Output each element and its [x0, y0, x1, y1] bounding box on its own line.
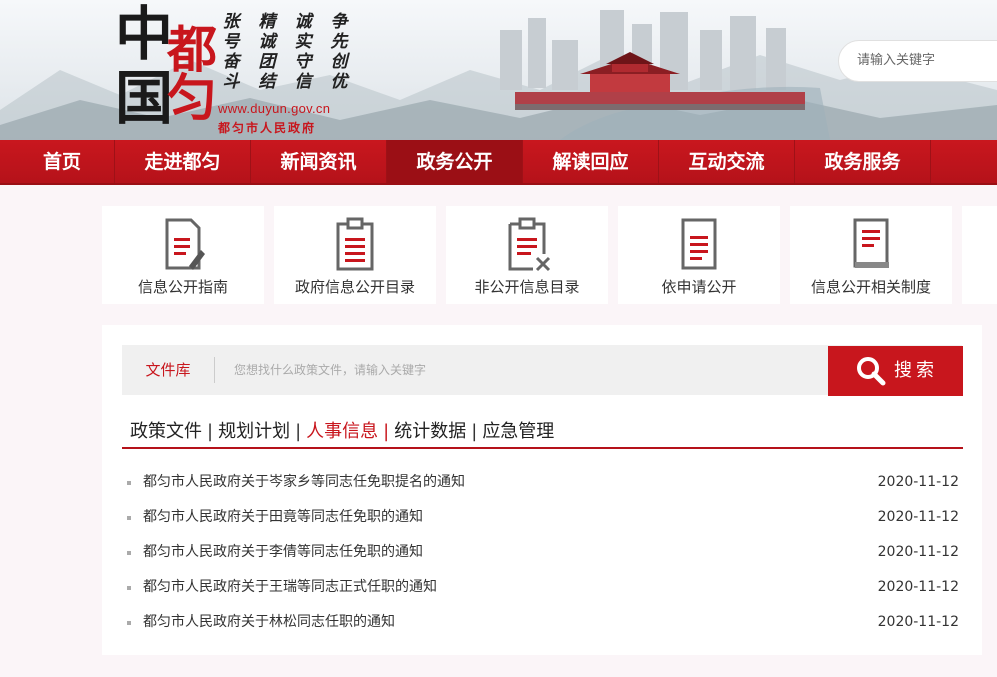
gov-name: 都匀市人民政府 — [218, 121, 317, 135]
card-apply-public[interactable]: 依申请公开 — [618, 206, 780, 304]
list-item: 都匀市人民政府关于王瑞等同志正式任职的通知 2020-11-12 — [127, 570, 959, 605]
info-cards: 信息公开指南 政府信息公开目录 非公开信息目录 依申请公开 信息公开相关制度 — [102, 206, 997, 304]
logo-char: 中 — [115, 0, 174, 68]
notice-title-link[interactable]: 都匀市人民政府关于田竟等同志任免职的通知 — [143, 500, 423, 535]
bullet-icon — [127, 621, 131, 625]
notice-title-link[interactable]: 都匀市人民政府关于林松同志任职的通知 — [143, 605, 395, 640]
logo-char: 匀 — [167, 68, 217, 127]
card-gov-info-catalog[interactable]: 政府信息公开目录 — [274, 206, 436, 304]
tab-planning[interactable]: 规划计划 | — [218, 417, 306, 443]
card-info-guide[interactable]: 信息公开指南 — [102, 206, 264, 304]
list-item: 都匀市人民政府关于李倩等同志任免职的通知 2020-11-12 — [127, 535, 959, 570]
divider — [214, 357, 215, 383]
card-non-public-catalog[interactable]: 非公开信息目录 — [446, 206, 608, 304]
site-url: www.duyun.gov.cn — [218, 101, 331, 116]
tab-statistics[interactable]: 统计数据 | — [394, 417, 482, 443]
card-label: 信息公开指南 — [137, 278, 228, 296]
nav-item-gov-affairs[interactable]: 政务公开 — [387, 140, 523, 183]
card-label: 非公开信息目录 — [474, 278, 580, 296]
search-button-label: 搜索 — [894, 360, 938, 381]
bullet-icon — [127, 516, 131, 520]
notice-list: 都匀市人民政府关于岑家乡等同志任免职提名的通知 2020-11-12 都匀市人民… — [127, 465, 959, 640]
file-search-input[interactable]: 您想找什么政策文件，请输入关键字 — [234, 345, 426, 395]
clipboard-list-icon — [336, 217, 374, 271]
clipboard-x-icon — [508, 217, 551, 272]
slogan-column: 张号奋斗 — [222, 12, 240, 92]
tab-underline — [122, 447, 963, 449]
card-label: 信息公开相关制度 — [810, 278, 931, 296]
notice-title-link[interactable]: 都匀市人民政府关于王瑞等同志正式任职的通知 — [143, 570, 437, 605]
logo-char: 国 — [115, 64, 174, 132]
bullet-icon — [127, 551, 131, 555]
notice-title-link[interactable]: 都匀市人民政府关于岑家乡等同志任免职提名的通知 — [143, 465, 465, 500]
notice-date: 2020-11-12 — [877, 579, 959, 595]
tab-personnel[interactable]: 人事信息 | — [306, 417, 394, 443]
list-item: 都匀市人民政府关于岑家乡等同志任免职提名的通知 2020-11-12 — [127, 465, 959, 500]
nav-item-home[interactable]: 首页 — [0, 140, 115, 183]
bullet-icon — [127, 586, 131, 590]
notice-title-link[interactable]: 都匀市人民政府关于李倩等同志任免职的通知 — [143, 535, 423, 570]
notice-date: 2020-11-12 — [877, 474, 959, 490]
document-pen-icon — [165, 218, 205, 270]
header-search-placeholder: 请输入关键字 — [857, 53, 936, 68]
bullet-icon — [127, 481, 131, 485]
document-list-icon — [681, 218, 717, 270]
slogan-column: 争先创优 — [330, 12, 348, 92]
card-label: 政府信息公开目录 — [294, 278, 415, 296]
card-related-rules[interactable]: 信息公开相关制度 — [790, 206, 952, 304]
list-item: 都匀市人民政府关于林松同志任职的通知 2020-11-12 — [127, 605, 959, 640]
nav-item-interaction[interactable]: 互动交流 — [659, 140, 795, 183]
file-library-panel: 文件库 您想找什么政策文件，请输入关键字 搜索 政策文件 | 规划计划 | 人事信息… — [102, 325, 982, 655]
notice-date: 2020-11-12 — [877, 544, 959, 560]
header-banner: 中 都 国 匀 张号奋斗 精诚团结 诚实守信 争先创优 www.duyun.go… — [0, 0, 997, 140]
card-partial[interactable] — [962, 206, 997, 304]
notice-date: 2020-11-12 — [877, 509, 959, 525]
nav-item-services[interactable]: 政务服务 — [795, 140, 931, 183]
file-library-label[interactable]: 文件库 — [122, 345, 214, 395]
tab-policy-files[interactable]: 政策文件 | — [130, 417, 218, 443]
notice-date: 2020-11-12 — [877, 614, 959, 630]
tab-emergency[interactable]: 应急管理 — [482, 417, 559, 443]
slogan-column: 诚实守信 — [294, 12, 312, 92]
slogan-column: 精诚团结 — [258, 12, 276, 92]
nav-item-interpretation[interactable]: 解读回应 — [523, 140, 659, 183]
search-icon — [857, 357, 886, 386]
category-tabs: 政策文件 | 规划计划 | 人事信息 | 统计数据 | 应急管理 — [130, 417, 559, 443]
nav-item-about[interactable]: 走进都匀 — [115, 140, 251, 183]
nav-item-news[interactable]: 新闻资讯 — [251, 140, 387, 183]
header-search-input[interactable]: 请输入关键字 — [838, 40, 997, 82]
main-nav: 首页 走进都匀 新闻资讯 政务公开 解读回应 互动交流 政务服务 — [0, 140, 997, 185]
search-button[interactable]: 搜索 — [828, 346, 963, 396]
slogans: 张号奋斗 精诚团结 诚实守信 争先创优 — [218, 12, 352, 92]
list-item: 都匀市人民政府关于田竟等同志任免职的通知 2020-11-12 — [127, 500, 959, 535]
book-icon — [853, 218, 889, 268]
card-label: 依申请公开 — [661, 278, 737, 296]
